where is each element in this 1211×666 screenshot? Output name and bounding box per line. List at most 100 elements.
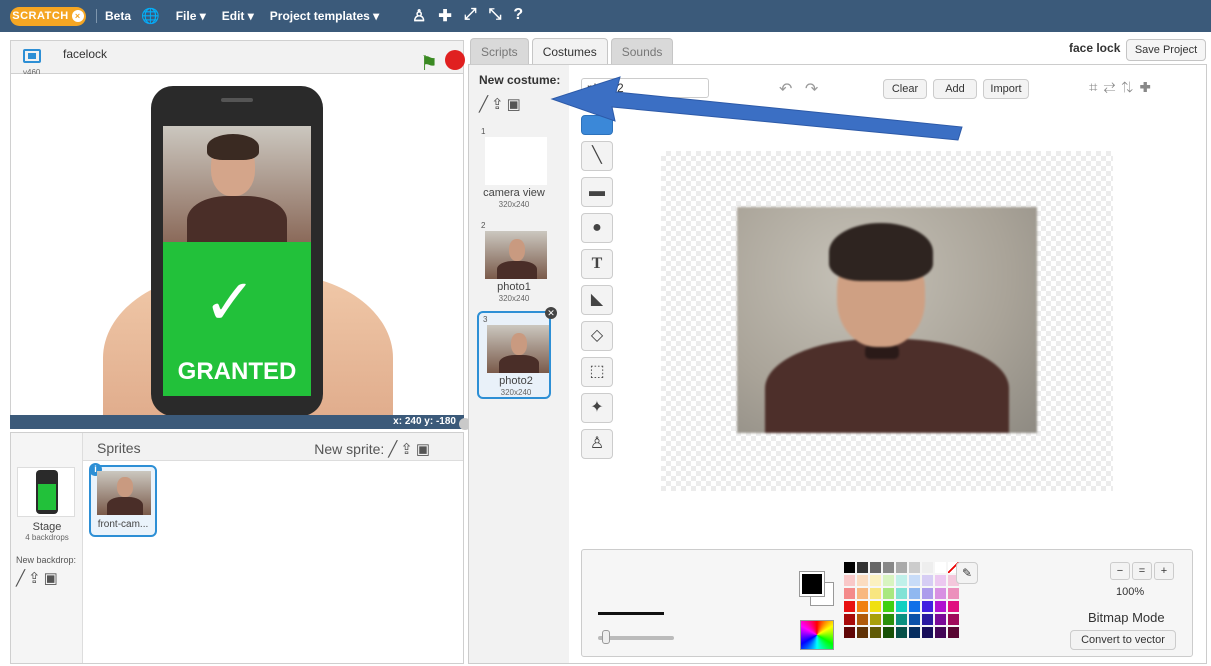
palette-swatch[interactable] xyxy=(870,614,881,625)
zoom-out-icon[interactable]: − xyxy=(1110,562,1130,580)
palette-swatch[interactable] xyxy=(883,614,894,625)
palette-swatch[interactable] xyxy=(844,562,855,573)
palette-swatch[interactable] xyxy=(935,614,946,625)
text-tool-icon[interactable]: T xyxy=(581,249,613,279)
paint-costume-icon[interactable]: ╱ xyxy=(479,96,491,113)
palette-swatch[interactable] xyxy=(935,627,946,638)
palette-swatch[interactable] xyxy=(909,588,920,599)
line-width-slider-knob[interactable] xyxy=(602,630,610,644)
fill-tool-icon[interactable]: ◣ xyxy=(581,285,613,315)
palette-swatch[interactable] xyxy=(844,627,855,638)
palette-swatch[interactable] xyxy=(948,614,959,625)
palette-swatch[interactable] xyxy=(922,614,933,625)
crop-icon[interactable]: ⌗ xyxy=(1089,79,1103,96)
palette-swatch[interactable] xyxy=(909,614,920,625)
stop-sign-icon[interactable] xyxy=(445,50,465,70)
eraser-tool-icon[interactable]: ◇ xyxy=(581,321,613,351)
set-center-icon[interactable]: ✚ xyxy=(1139,79,1156,96)
rectangle-tool-icon[interactable]: ▬ xyxy=(581,177,613,207)
convert-to-vector-button[interactable]: Convert to vector xyxy=(1070,630,1176,650)
menu-file[interactable]: File ▾ xyxy=(176,9,206,23)
palette-swatch[interactable] xyxy=(935,562,946,573)
drawing-canvas[interactable] xyxy=(661,151,1113,491)
palette-swatch[interactable] xyxy=(883,627,894,638)
camera-backdrop-icon[interactable]: ▣ xyxy=(44,570,61,587)
flip-horizontal-icon[interactable]: ⇄ xyxy=(1103,79,1121,96)
palette-swatch[interactable] xyxy=(909,601,920,612)
palette-swatch[interactable] xyxy=(922,601,933,612)
palette-swatch[interactable] xyxy=(922,588,933,599)
costume-item-camera-view[interactable]: 1 camera view 320x240 xyxy=(477,125,551,213)
tab-sounds[interactable]: Sounds xyxy=(610,38,674,64)
duplicate-stamp-icon[interactable]: ♙ xyxy=(412,6,426,26)
palette-swatch[interactable] xyxy=(857,562,868,573)
flip-vertical-icon[interactable]: ⇅ xyxy=(1121,79,1139,96)
paint-sprite-icon[interactable]: ╱ xyxy=(388,441,400,458)
palette-swatch[interactable] xyxy=(870,562,881,573)
select-tool-icon[interactable]: ⬚ xyxy=(581,357,613,387)
upload-backdrop-icon[interactable]: ⇪ xyxy=(28,570,44,587)
magic-wand-icon[interactable]: ✦ xyxy=(581,393,613,423)
palette-swatch[interactable] xyxy=(870,627,881,638)
camera-costume-icon[interactable]: ▣ xyxy=(507,96,524,113)
camera-sprite-icon[interactable]: ▣ xyxy=(416,441,433,458)
palette-swatch[interactable] xyxy=(935,575,946,586)
undo-icon[interactable]: ↶ xyxy=(779,81,792,98)
clear-button[interactable]: Clear xyxy=(883,79,927,99)
menu-project-templates[interactable]: Project templates ▾ xyxy=(270,9,379,23)
upload-sprite-icon[interactable]: ⇪ xyxy=(400,441,416,458)
scratch-logo[interactable]: SCRATCH × xyxy=(10,6,86,26)
delete-scissors-icon[interactable]: ✚ xyxy=(438,6,451,26)
palette-swatch[interactable] xyxy=(844,588,855,599)
palette-swatch[interactable] xyxy=(883,601,894,612)
palette-swatch[interactable] xyxy=(896,614,907,625)
palette-swatch[interactable] xyxy=(883,575,894,586)
ellipse-tool-icon[interactable]: ● xyxy=(581,213,613,243)
menu-edit[interactable]: Edit ▾ xyxy=(222,9,254,23)
upload-costume-icon[interactable]: ⇪ xyxy=(491,96,507,113)
stamp-tool-icon[interactable]: ♙ xyxy=(581,429,613,459)
palette-swatch[interactable] xyxy=(857,614,868,625)
eyedropper-icon[interactable]: ✎ xyxy=(956,562,978,584)
palette-swatch[interactable] xyxy=(909,627,920,638)
palette-swatch[interactable] xyxy=(896,562,907,573)
palette-swatch[interactable] xyxy=(909,575,920,586)
paint-backdrop-icon[interactable]: ╱ xyxy=(16,570,28,587)
palette-swatch[interactable] xyxy=(922,627,933,638)
palette-swatch[interactable] xyxy=(922,562,933,573)
palette-swatch[interactable] xyxy=(935,588,946,599)
palette-swatch[interactable] xyxy=(909,562,920,573)
globe-icon[interactable]: 🌐 xyxy=(141,7,160,25)
palette-swatch[interactable] xyxy=(870,575,881,586)
palette-swatch[interactable] xyxy=(870,601,881,612)
project-title-field[interactable]: facelock xyxy=(63,47,107,61)
palette-swatch[interactable] xyxy=(844,575,855,586)
palette-swatch[interactable] xyxy=(844,614,855,625)
palette-swatch[interactable] xyxy=(948,601,959,612)
palette-swatch[interactable] xyxy=(896,575,907,586)
brush-tool-icon[interactable] xyxy=(581,115,613,135)
palette-swatch[interactable] xyxy=(896,588,907,599)
green-flag-icon[interactable]: ⚑ xyxy=(420,51,438,76)
palette-swatch[interactable] xyxy=(935,601,946,612)
palette-swatch[interactable] xyxy=(844,601,855,612)
costume-item-photo1[interactable]: 2 photo1 320x240 xyxy=(477,219,551,307)
add-button[interactable]: Add xyxy=(933,79,977,99)
palette-swatch[interactable] xyxy=(948,588,959,599)
palette-swatch[interactable] xyxy=(896,601,907,612)
palette-swatch[interactable] xyxy=(948,627,959,638)
costume-name-input[interactable] xyxy=(581,78,709,98)
palette-swatch[interactable] xyxy=(857,627,868,638)
palette-swatch[interactable] xyxy=(857,575,868,586)
delete-costume-icon[interactable]: ✕ xyxy=(545,307,557,319)
save-project-button[interactable]: Save Project xyxy=(1126,39,1206,61)
sprite-tile-front-cam[interactable]: i front-cam... xyxy=(89,463,157,537)
costume-item-photo2[interactable]: ✕ 3 photo2 320x240 xyxy=(477,307,557,399)
palette-swatch[interactable] xyxy=(870,588,881,599)
import-button[interactable]: Import xyxy=(983,79,1029,99)
tab-scripts[interactable]: Scripts xyxy=(470,38,529,64)
palette-swatch[interactable] xyxy=(883,562,894,573)
help-icon[interactable]: ? xyxy=(513,6,523,26)
palette-swatch[interactable] xyxy=(922,575,933,586)
palette-swatch[interactable] xyxy=(857,601,868,612)
